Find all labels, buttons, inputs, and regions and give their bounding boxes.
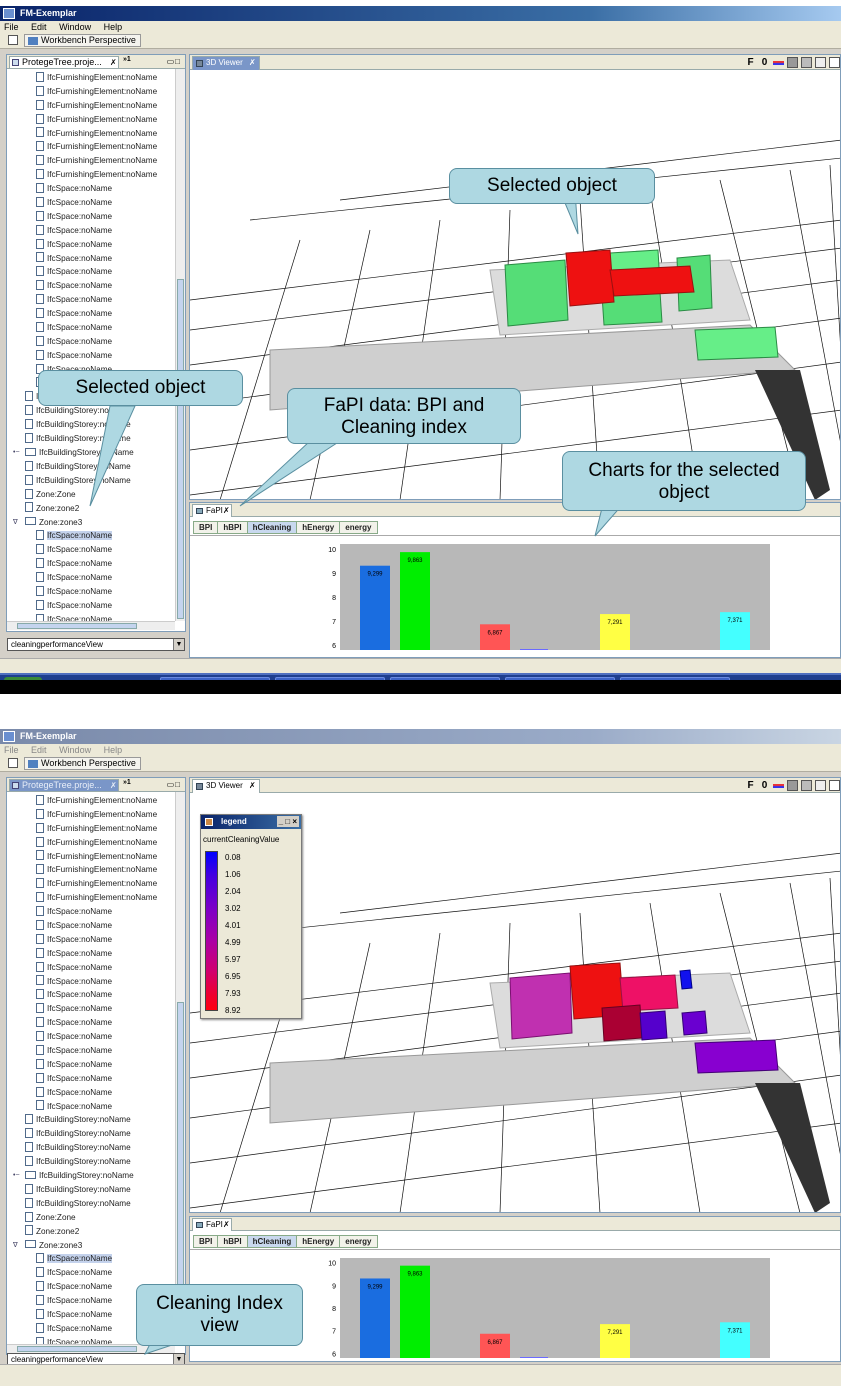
callout-charts: Charts for the selected object	[562, 451, 806, 511]
callout-pointer	[89, 405, 136, 507]
screenshot-top: FM-Exemplar File Edit Window Help Workbe…	[0, 6, 841, 694]
callout-pointers	[144, 1343, 176, 1355]
callout-pointer	[239, 440, 342, 507]
screenshot-bottom: FM-Exemplar File Edit Window Help Workbe…	[0, 729, 841, 1386]
callout-fapi-data: FaPI data: BPI and Cleaning index	[287, 388, 521, 444]
callout-selected-3d: Selected object	[449, 168, 655, 204]
callout-pointers	[89, 190, 632, 537]
callout-selected-tree: Selected object	[38, 370, 243, 406]
callout-cleaning-index: Cleaning Index view	[136, 1284, 303, 1346]
